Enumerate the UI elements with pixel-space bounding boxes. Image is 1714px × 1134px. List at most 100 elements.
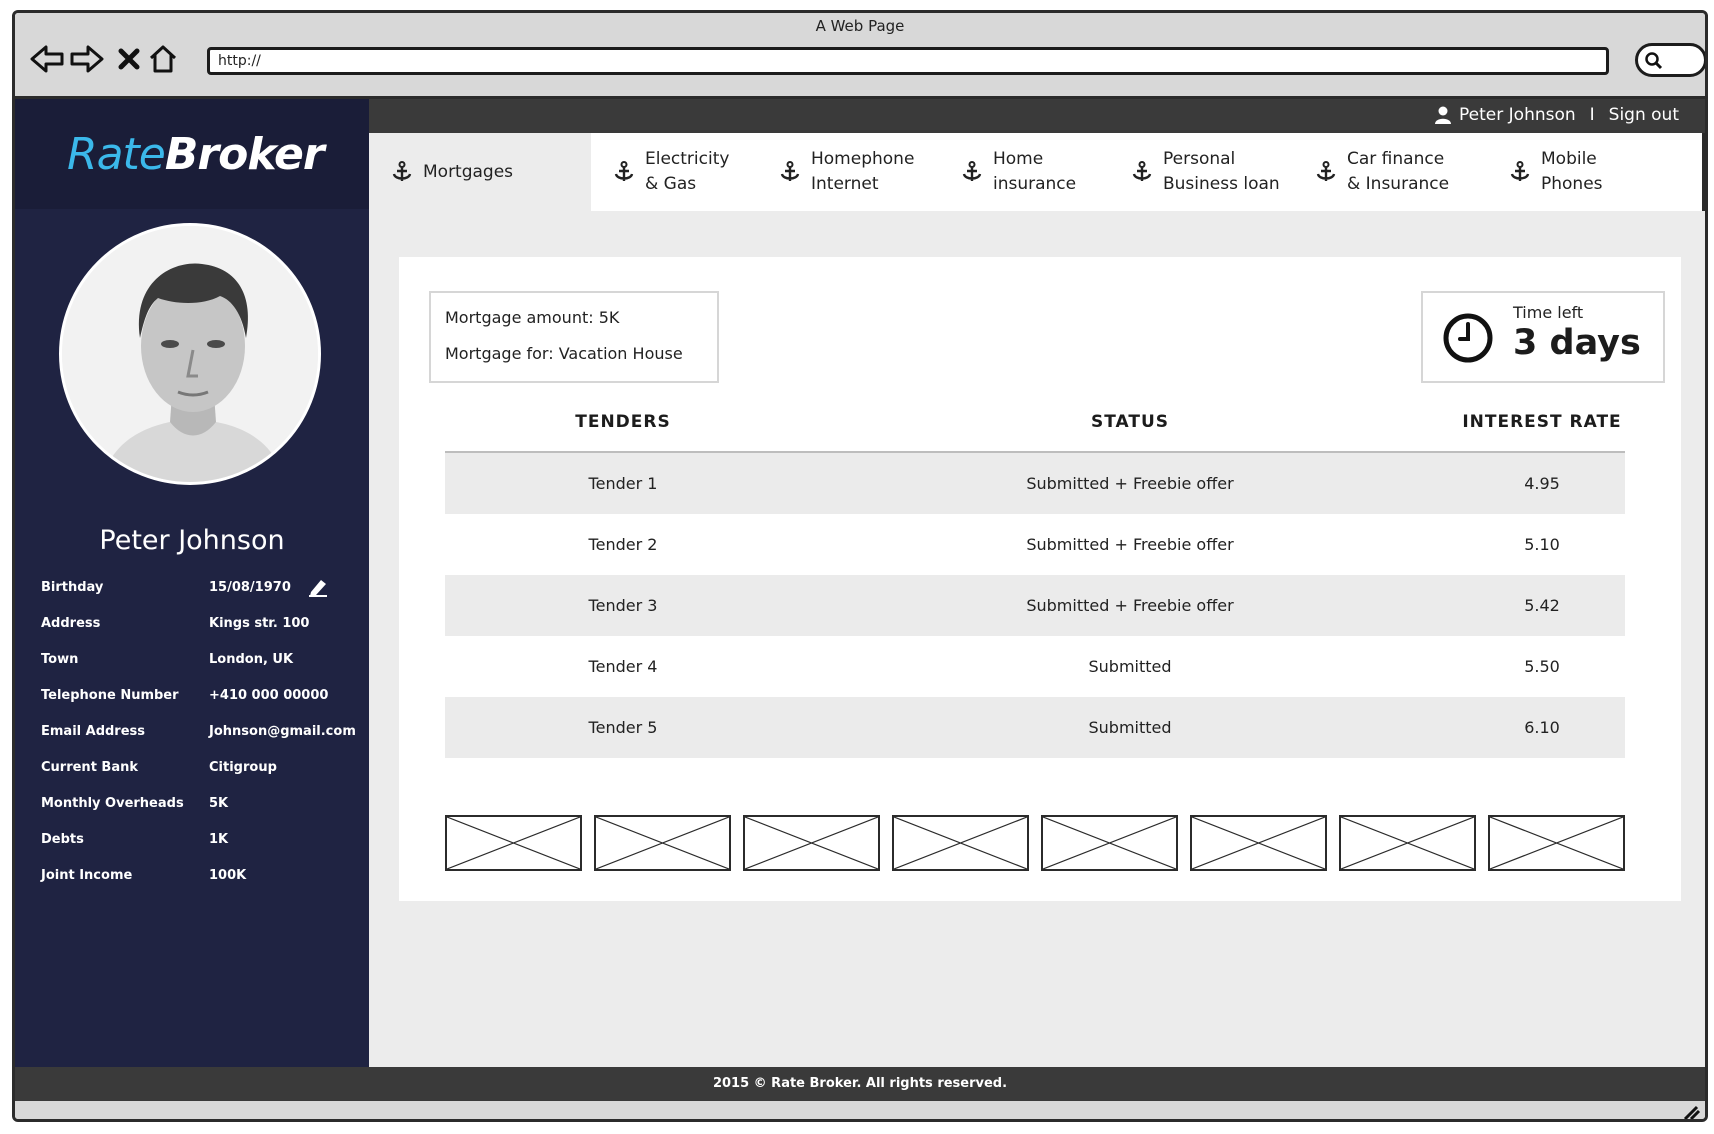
anchor-icon <box>1509 161 1531 183</box>
profile-label: Current Bank <box>41 759 139 775</box>
profile-label: Telephone Number <box>41 687 179 703</box>
image-placeholder-icon <box>596 817 729 869</box>
avatar <box>59 223 321 485</box>
profile-label: Email Address <box>41 723 146 739</box>
stop-button[interactable] <box>111 41 147 77</box>
tab-label-line2: insurance <box>993 174 1077 194</box>
home-button[interactable] <box>145 41 181 77</box>
image-placeholder[interactable] <box>594 815 731 871</box>
profile-label: Address <box>41 615 101 631</box>
window-title: A Web Page <box>815 17 905 35</box>
back-arrow-icon <box>30 45 64 73</box>
sign-out-link[interactable]: Sign out <box>1609 105 1679 125</box>
table-row[interactable]: Tender 2 Submitted + Freebie offer 5.10 <box>445 514 1625 575</box>
profile-details: Birthday 15/08/1970 Address Kings str. 1… <box>41 569 361 893</box>
browser-search-button[interactable] <box>1635 43 1705 77</box>
profile-row-town: Town London, UK <box>41 641 361 677</box>
tab-label: Home <box>993 149 1044 169</box>
tab-home-insurance[interactable]: Home insurance <box>939 133 1109 211</box>
tender-status: Submitted + Freebie offer <box>1026 474 1234 493</box>
column-header-interest-rate[interactable]: INTEREST RATE <box>1459 412 1625 432</box>
anchor-icon <box>1131 161 1153 183</box>
profile-row-debts: Debts 1K <box>41 821 361 857</box>
tab-personal-business-loan[interactable]: Personal Business loan <box>1109 133 1293 211</box>
sidebar: RateBroker Peter Johnson Birthday 15/08/… <box>15 99 369 1077</box>
column-header-tenders[interactable]: TENDERS <box>445 412 801 432</box>
tab-mobile-phones[interactable]: Mobile Phones <box>1487 133 1647 211</box>
profile-row-birthday: Birthday 15/08/1970 <box>41 569 361 605</box>
anchor-icon <box>391 161 413 183</box>
tab-label: Mortgages <box>423 161 514 182</box>
tab-car-finance-insurance[interactable]: Car finance & Insurance <box>1293 133 1487 211</box>
tender-name: Tender 2 <box>588 535 658 554</box>
column-header-status[interactable]: STATUS <box>801 412 1459 432</box>
table-row[interactable]: Tender 3 Submitted + Freebie offer 5.42 <box>445 575 1625 636</box>
image-placeholder[interactable] <box>1041 815 1178 871</box>
tab-label-line2: & Gas <box>645 174 697 194</box>
tab-label: Electricity <box>645 149 730 169</box>
image-placeholder-icon <box>1341 817 1474 869</box>
tenders-table: TENDERS STATUS INTEREST RATE Tender 1 Su… <box>445 393 1625 758</box>
time-left-box: Time left 3 days <box>1421 291 1665 383</box>
image-placeholder[interactable] <box>1488 815 1625 871</box>
image-placeholder-icon <box>745 817 878 869</box>
tab-label: Mobile <box>1541 149 1597 169</box>
profile-label: Debts <box>41 831 84 847</box>
clock-icon <box>1441 311 1495 369</box>
user-name-link[interactable]: Peter Johnson <box>1459 105 1576 125</box>
profile-row-telephone: Telephone Number +410 000 00000 <box>41 677 361 713</box>
resize-grip-icon[interactable] <box>1681 1103 1701 1119</box>
profile-name: Peter Johnson <box>99 525 285 556</box>
profile-value: Kings str. 100 <box>209 615 310 631</box>
profile-row-bank: Current Bank Citigroup <box>41 749 361 785</box>
tab-mortgages[interactable]: Mortgages <box>369 133 591 211</box>
tender-rate: 5.42 <box>1524 596 1560 615</box>
image-placeholder[interactable] <box>1339 815 1476 871</box>
mortgage-info-box: Mortgage amount: 5K Mortgage for: Vacati… <box>429 291 719 383</box>
profile-row-address: Address Kings str. 100 <box>41 605 361 641</box>
profile-value: +410 000 00000 <box>209 687 329 703</box>
anchor-icon <box>961 161 983 183</box>
profile-label: Town <box>41 651 79 667</box>
user-icon <box>1435 106 1452 124</box>
close-icon <box>118 48 140 70</box>
tab-label-line2: Phones <box>1541 174 1603 194</box>
edit-profile-button[interactable] <box>307 577 329 597</box>
profile-value: 5K <box>209 795 229 811</box>
image-placeholder[interactable] <box>445 815 582 871</box>
profile-row-email: Email Address Johnson@gmail.com <box>41 713 361 749</box>
tender-status: Submitted <box>1088 657 1172 676</box>
tender-status: Submitted + Freebie offer <box>1026 596 1234 615</box>
status-bar <box>15 1101 1705 1119</box>
logo[interactable]: RateBroker <box>67 129 325 180</box>
home-icon <box>149 45 177 73</box>
profile-value: Citigroup <box>209 759 277 775</box>
image-placeholder[interactable] <box>1190 815 1327 871</box>
image-placeholder[interactable] <box>743 815 880 871</box>
table-row[interactable]: Tender 5 Submitted 6.10 <box>445 697 1625 758</box>
profile-label: Joint Income <box>41 867 133 883</box>
back-button[interactable] <box>29 41 65 77</box>
forward-arrow-icon <box>70 45 104 73</box>
logo-rate: Rate <box>67 129 166 180</box>
avatar-photo <box>62 226 318 482</box>
tab-electricity-gas[interactable]: Electricity & Gas <box>591 133 757 211</box>
image-placeholder-icon <box>1043 817 1176 869</box>
tab-label: Personal <box>1163 149 1236 169</box>
profile-label: Monthly Overheads <box>41 795 184 811</box>
forward-button[interactable] <box>69 41 105 77</box>
url-bar[interactable]: http:// <box>207 47 1609 75</box>
tender-name: Tender 4 <box>588 657 658 676</box>
browser-window: A Web Page http:// Peter Johnson I Sign … <box>12 10 1708 1122</box>
tab-homephone-internet[interactable]: Homephone Internet <box>757 133 939 211</box>
tender-rate: 5.10 <box>1524 535 1560 554</box>
table-row[interactable]: Tender 1 Submitted + Freebie offer 4.95 <box>445 453 1625 514</box>
link-separator: I <box>1589 105 1595 125</box>
user-links: Peter Johnson I Sign out <box>1435 105 1679 125</box>
mortgage-amount: Mortgage amount: 5K <box>445 308 620 327</box>
tender-name: Tender 5 <box>588 718 658 737</box>
browser-chrome: A Web Page http:// <box>15 13 1705 99</box>
table-row[interactable]: Tender 4 Submitted 5.50 <box>445 636 1625 697</box>
profile-value: London, UK <box>209 651 294 667</box>
image-placeholder[interactable] <box>892 815 1029 871</box>
